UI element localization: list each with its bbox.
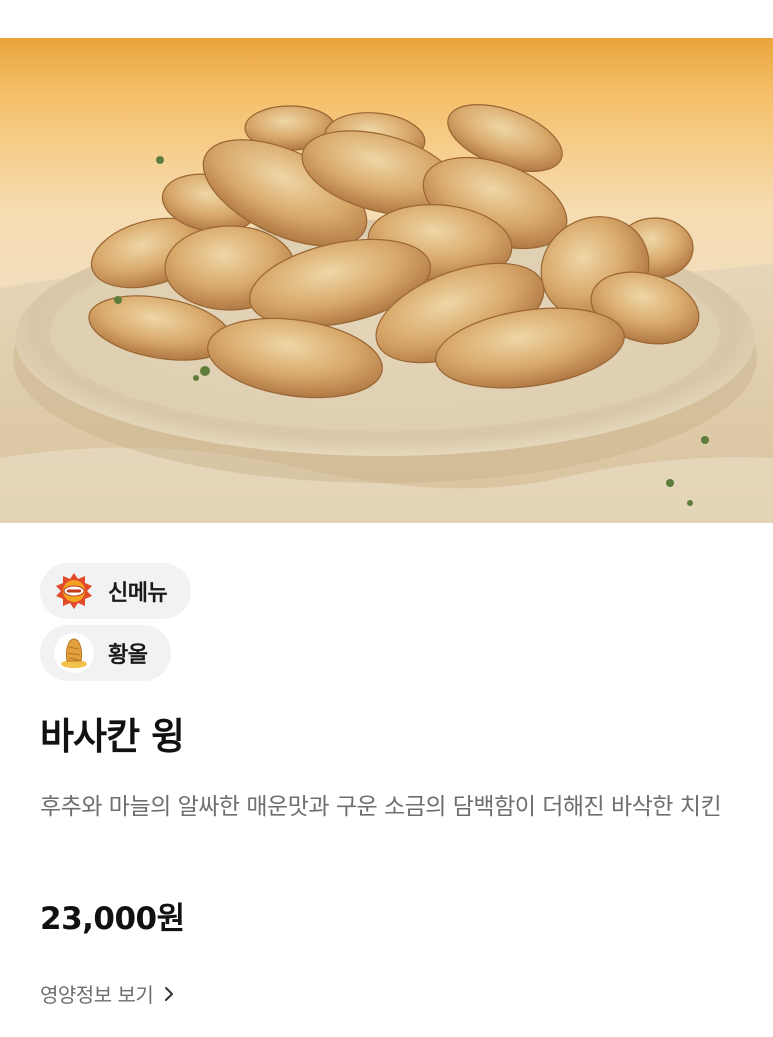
badge-golden-olive: 황올 — [40, 625, 172, 681]
product-price: 23,000원 — [40, 901, 185, 937]
chevron-right-icon — [163, 985, 175, 1003]
nutrition-info-link[interactable]: 영양정보 보기 — [40, 979, 175, 1008]
golden-chicken-icon — [54, 633, 94, 673]
badge-label: 신메뉴 — [108, 581, 168, 606]
badge-new-menu: 신메뉴 — [40, 563, 192, 619]
product-image — [0, 38, 773, 523]
product-description: 후추와 마늘의 알싸한 매운맛과 구운 소금의 담백함이 더해진 바삭한 치킨 — [40, 794, 722, 820]
badge-label: 황올 — [108, 643, 148, 668]
badge-list: 신메뉴 황올 — [40, 563, 192, 687]
bbq-logo-icon — [54, 571, 94, 611]
product-title: 바사칸 윙 — [40, 715, 185, 758]
nutrition-info-label: 영양정보 보기 — [40, 983, 154, 1007]
